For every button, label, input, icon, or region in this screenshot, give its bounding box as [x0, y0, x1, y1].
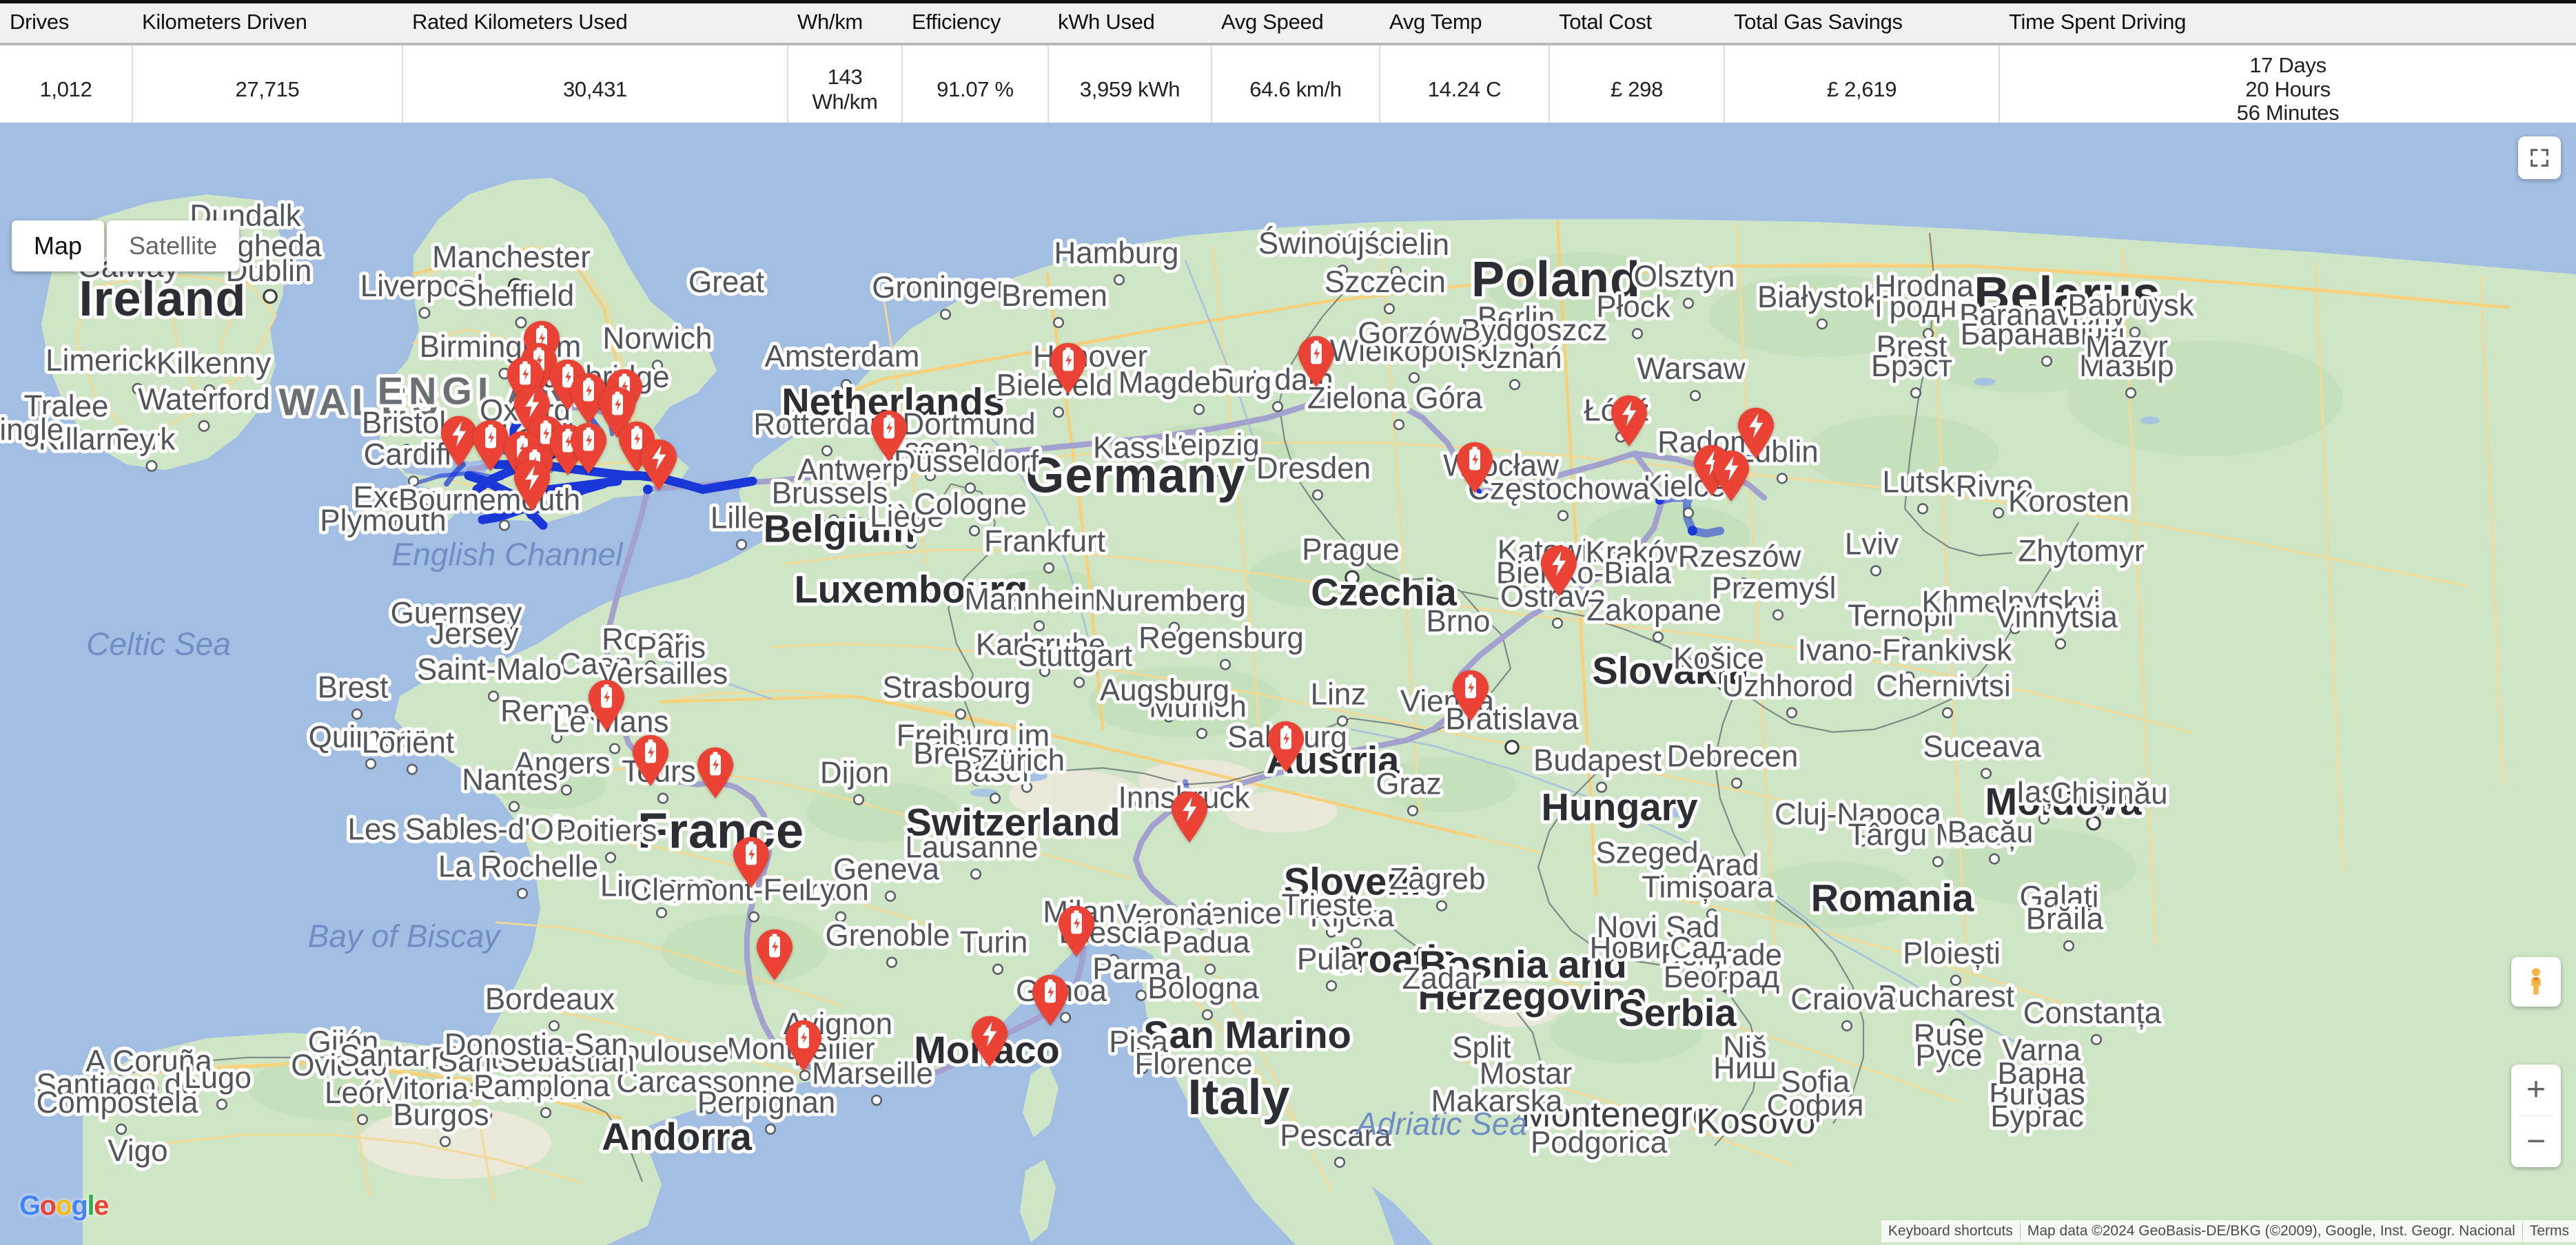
basemap-graphics: .land{fill:#cfe6c6;} .landlt{fill:#d6ead…: [0, 123, 2576, 1245]
col-header-time-spent-driving: Time Spent Driving: [1999, 3, 2576, 45]
street-view-pegman-icon: [2531, 968, 2541, 995]
map-marker-battery-icon[interactable]: [784, 1019, 824, 1071]
map-marker-battery-icon[interactable]: [1030, 974, 1070, 1026]
map-marker-charger-icon[interactable]: [1711, 449, 1751, 502]
stats-summary-panel: Drives Kilometers Driven Rated Kilometer…: [0, 0, 2576, 136]
cell-avg-speed: 64.6 km/h: [1212, 44, 1380, 136]
logo-letter-e: e: [94, 1191, 109, 1221]
table-row: 1,012 27,715 30,431 143 Wh/km 91.07 % 3,…: [0, 44, 2576, 136]
col-header-rated-kilometers-used: Rated Kilometers Used: [402, 3, 788, 45]
col-header-total-gas-savings: Total Gas Savings: [1724, 3, 1999, 45]
google-logo: Google: [19, 1191, 109, 1222]
keyboard-shortcuts-link[interactable]: Keyboard shortcuts: [1881, 1220, 2020, 1242]
map-type-switcher[interactable]: Map Satellite: [12, 220, 240, 271]
map-marker-battery-icon[interactable]: [869, 409, 909, 462]
stats-table: Drives Kilometers Driven Rated Kilometer…: [0, 3, 2576, 136]
map-data-attribution: Map data ©2024 GeoBasis-DE/BKG (©2009), …: [2020, 1220, 2522, 1242]
logo-letter-g2: g: [71, 1191, 88, 1221]
map-marker-battery-icon[interactable]: [1056, 905, 1096, 957]
logo-letter-g1: G: [19, 1191, 41, 1221]
cell-kilometers-driven: 27,715: [132, 44, 403, 136]
zoom-controls[interactable]: + −: [2511, 1064, 2561, 1167]
col-header-avg-speed: Avg Speed: [1212, 3, 1380, 45]
map-marker-charger-icon[interactable]: [639, 438, 679, 491]
col-header-total-cost: Total Cost: [1549, 3, 1724, 45]
cell-avg-temp: 14.24 C: [1380, 44, 1550, 136]
map-marker-battery-icon[interactable]: [1455, 441, 1495, 494]
cell-time-spent-driving: 17 Days 20 Hours 56 Minutes: [1999, 44, 2576, 136]
zoom-out-button[interactable]: −: [2511, 1116, 2561, 1167]
cell-drives: 1,012: [0, 44, 133, 136]
terms-link[interactable]: Terms: [2522, 1220, 2576, 1242]
cell-rated-kilometers-used: 30,431: [402, 44, 788, 136]
col-header-wh-per-km: Wh/km: [788, 3, 902, 45]
time-minutes: 56 Minutes: [2236, 101, 2340, 125]
col-header-kilometers-driven: Kilometers Driven: [132, 3, 402, 45]
map-marker-battery-icon[interactable]: [631, 734, 671, 786]
map-attribution-bar: Keyboard shortcuts Map data ©2024 GeoBas…: [1881, 1220, 2576, 1242]
map-marker-charger-icon[interactable]: [1609, 394, 1649, 446]
col-header-drives: Drives: [0, 3, 132, 45]
map-marker-charger-icon[interactable]: [512, 459, 552, 512]
stats-table-body: 1,012 27,715 30,431 143 Wh/km 91.07 % 3,…: [0, 44, 2576, 136]
map-marker-battery-icon[interactable]: [1451, 669, 1491, 721]
map-marker-charger-icon[interactable]: [970, 1015, 1010, 1067]
logo-letter-o2: o: [55, 1191, 72, 1221]
map-marker-charger-icon[interactable]: [1169, 790, 1209, 843]
cell-kwh-used: 3,959 kWh: [1048, 44, 1212, 136]
logo-letter-l: l: [87, 1191, 94, 1221]
map-marker-battery-icon[interactable]: [695, 746, 735, 799]
col-header-kwh-used: kWh Used: [1048, 3, 1212, 45]
zoom-in-button[interactable]: +: [2511, 1064, 2561, 1115]
col-header-avg-temp: Avg Temp: [1380, 3, 1549, 45]
fullscreen-button[interactable]: [2518, 136, 2561, 179]
time-days: 17 Days: [2249, 53, 2327, 77]
fullscreen-icon: [2531, 149, 2548, 167]
cell-efficiency: 91.07 %: [902, 44, 1049, 136]
map-marker-battery-icon[interactable]: [586, 679, 626, 731]
cell-wh-per-km: 143 Wh/km: [788, 44, 903, 136]
map-marker-battery-icon[interactable]: [569, 422, 609, 474]
map-marker-battery-icon[interactable]: [755, 928, 795, 980]
map-marker-battery-icon[interactable]: [1266, 720, 1306, 772]
map-marker-charger-icon[interactable]: [1539, 544, 1579, 597]
stats-header-row: Drives Kilometers Driven Rated Kilometer…: [0, 3, 2576, 45]
cell-total-gas-savings: £ 2,619: [1724, 44, 2000, 136]
map-canvas[interactable]: .land{fill:#cfe6c6;} .landlt{fill:#d6ead…: [0, 123, 2576, 1245]
map-type-button-satellite[interactable]: Satellite: [107, 220, 240, 271]
logo-letter-o1: o: [39, 1191, 57, 1221]
col-header-efficiency: Efficiency: [902, 3, 1048, 45]
map-marker-battery-icon[interactable]: [1048, 342, 1088, 394]
map-type-button-map[interactable]: Map: [12, 220, 105, 271]
map-marker-battery-icon[interactable]: [1296, 335, 1336, 387]
time-hours: 20 Hours: [2245, 76, 2331, 101]
cell-total-cost: £ 298: [1549, 44, 1725, 136]
street-view-pegman-button[interactable]: [2511, 957, 2561, 1007]
map-marker-battery-icon[interactable]: [731, 836, 771, 888]
stats-table-header: Drives Kilometers Driven Rated Kilometer…: [0, 3, 2576, 45]
